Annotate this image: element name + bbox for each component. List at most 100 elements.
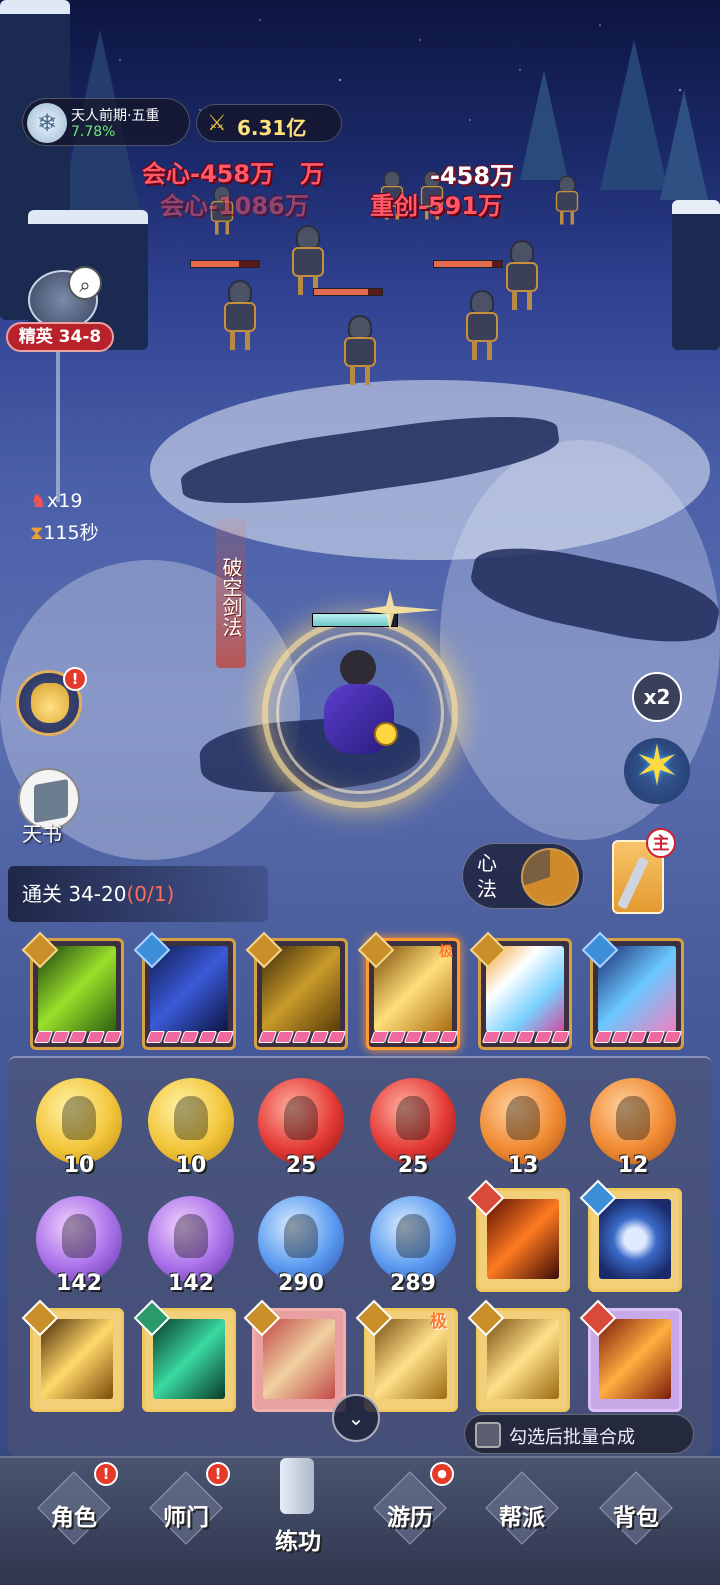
equipped-skill-slot[interactable] bbox=[245, 931, 348, 1050]
orb-count: 142 bbox=[56, 1271, 102, 1296]
skill-star-pips bbox=[593, 1031, 683, 1045]
skill-card[interactable] bbox=[133, 1299, 236, 1412]
heaven-book-label: 天书 bbox=[22, 822, 62, 846]
enemy-health-bar bbox=[190, 260, 260, 268]
equipped-skill-bar: 极 bbox=[21, 931, 690, 1050]
skill-card[interactable]: 极 bbox=[355, 1299, 458, 1412]
mind-method-label: 心法 bbox=[477, 851, 497, 901]
damage-number: 会心-458万 bbox=[142, 160, 275, 188]
pine-tree bbox=[520, 70, 568, 180]
skill-art bbox=[487, 1319, 559, 1399]
skill-orb[interactable]: 142 bbox=[148, 1196, 234, 1296]
kill-count: x19 bbox=[47, 490, 83, 512]
hourglass-icon: ⧗ bbox=[30, 522, 44, 544]
cultivator-avatar-icon: ❄ bbox=[27, 103, 67, 143]
mission-progress: (0/1) bbox=[126, 882, 175, 906]
extreme-grade-badge: 极 bbox=[430, 1312, 447, 1332]
batch-merge-toggle[interactable]: 勾选后批量合成 bbox=[464, 1414, 694, 1454]
nav-label: 游历 bbox=[387, 1505, 433, 1531]
skill-orb[interactable]: 25 bbox=[370, 1078, 456, 1178]
nav-training[interactable]: 练功 bbox=[248, 1458, 348, 1566]
combat-power-panel[interactable]: ⚔ 6.31亿 bbox=[196, 104, 342, 142]
sparkle-flare-icon bbox=[360, 590, 440, 630]
skill-orb[interactable]: 290 bbox=[258, 1196, 344, 1296]
batch-merge-checkbox[interactable] bbox=[475, 1422, 501, 1448]
skill-art bbox=[263, 1319, 335, 1399]
equipped-skill-slot[interactable] bbox=[21, 931, 124, 1050]
skill-art bbox=[38, 946, 116, 1032]
skill-card[interactable] bbox=[243, 1299, 346, 1412]
skill-star-pips bbox=[33, 1031, 123, 1045]
skill-orb[interactable]: 13 bbox=[480, 1078, 566, 1178]
skill-orb[interactable]: 10 bbox=[36, 1078, 122, 1178]
skill-card[interactable] bbox=[21, 1299, 124, 1412]
skill-star-pips bbox=[257, 1031, 347, 1045]
enemy-soldier[interactable] bbox=[500, 240, 544, 310]
equipped-skill-slot-selected[interactable]: 极 bbox=[357, 931, 460, 1050]
skill-card[interactable] bbox=[467, 1179, 570, 1292]
skill-card[interactable] bbox=[467, 1299, 570, 1412]
speed-toggle-button[interactable]: x2 bbox=[632, 672, 682, 722]
orb-count: 290 bbox=[278, 1271, 324, 1296]
enemy-soldier[interactable] bbox=[460, 290, 504, 360]
enemy-health-bar bbox=[433, 260, 503, 268]
skill-card[interactable] bbox=[579, 1299, 682, 1412]
stone-lantern bbox=[672, 200, 720, 350]
skill-orb[interactable]: 289 bbox=[370, 1196, 456, 1296]
mind-method-button[interactable]: 心法 bbox=[462, 843, 584, 909]
nav-sect[interactable]: 师门 ! bbox=[136, 1462, 236, 1566]
enemy-soldier[interactable] bbox=[286, 225, 330, 295]
skill-orb[interactable]: 12 bbox=[590, 1078, 676, 1178]
active-skill-banner: 破空剑法 bbox=[216, 518, 246, 668]
nav-label: 角色 bbox=[51, 1505, 97, 1531]
stage-boss-button[interactable]: ⌕ bbox=[28, 266, 102, 330]
extreme-grade-badge: 极 bbox=[439, 944, 453, 960]
magnifier-icon[interactable]: ⌕ bbox=[68, 266, 102, 300]
money-bag-icon bbox=[31, 683, 69, 723]
nav-role[interactable]: 角色 ! bbox=[24, 1462, 124, 1566]
equipped-skill-slot[interactable] bbox=[133, 931, 236, 1050]
player-hero bbox=[318, 650, 398, 760]
collapse-chevron-button[interactable]: ⌄ bbox=[332, 1394, 380, 1442]
skill-star-pips bbox=[369, 1031, 459, 1045]
damage-number: 万 bbox=[300, 160, 324, 188]
main-badge: 主 bbox=[646, 828, 676, 858]
skill-orb[interactable]: 142 bbox=[36, 1196, 122, 1296]
nav-travel[interactable]: 游历 ● bbox=[360, 1462, 460, 1566]
enemy-health-bar bbox=[313, 288, 383, 296]
stage-timer: ⧗115秒 bbox=[30, 518, 99, 545]
skill-card[interactable] bbox=[579, 1179, 682, 1292]
alert-badge: ! bbox=[63, 667, 87, 691]
nav-label: 师门 bbox=[163, 1505, 209, 1531]
enemy-soldier[interactable] bbox=[552, 175, 583, 225]
main-weapon-button[interactable]: 主 bbox=[612, 828, 676, 914]
skill-art bbox=[486, 946, 564, 1032]
orb-count: 12 bbox=[617, 1153, 649, 1178]
skill-star-pips bbox=[481, 1031, 571, 1045]
nav-backpack[interactable]: 背包 bbox=[586, 1471, 686, 1566]
nav-label: 练功 bbox=[275, 1529, 321, 1555]
enemy-soldier[interactable] bbox=[338, 315, 382, 385]
equipped-skill-slot[interactable] bbox=[581, 931, 684, 1050]
hexagram-skill-button[interactable]: ✶ bbox=[624, 734, 690, 804]
alert-badge: ! bbox=[206, 1462, 230, 1486]
skill-star-pips bbox=[145, 1031, 235, 1045]
enemy-soldier[interactable] bbox=[218, 280, 262, 350]
mission-tracker[interactable]: 通关 34-20(0/1) bbox=[8, 866, 268, 922]
damage-number: 重创-591万 bbox=[370, 192, 503, 220]
nav-guild[interactable]: 帮派 bbox=[472, 1471, 572, 1566]
skill-art bbox=[262, 946, 340, 1032]
skill-orb[interactable]: 25 bbox=[258, 1078, 344, 1178]
hexagram-star-icon: ✶ bbox=[633, 734, 681, 799]
equipped-skill-slot[interactable] bbox=[469, 931, 572, 1050]
realm-progress: 7.78% bbox=[71, 124, 116, 140]
skill-art bbox=[150, 946, 228, 1032]
reward-bag-button[interactable]: ! bbox=[16, 667, 87, 736]
training-post-icon bbox=[280, 1458, 314, 1514]
damage-number: 会心-1086万 bbox=[160, 192, 309, 220]
stage-label: 精英 34-8 bbox=[6, 322, 114, 352]
skill-orb[interactable]: 10 bbox=[148, 1078, 234, 1178]
book-icon bbox=[34, 779, 68, 823]
orb-count: 25 bbox=[397, 1153, 429, 1178]
realm-panel[interactable]: ❄ 天人前期·五重 7.78% bbox=[22, 98, 190, 146]
